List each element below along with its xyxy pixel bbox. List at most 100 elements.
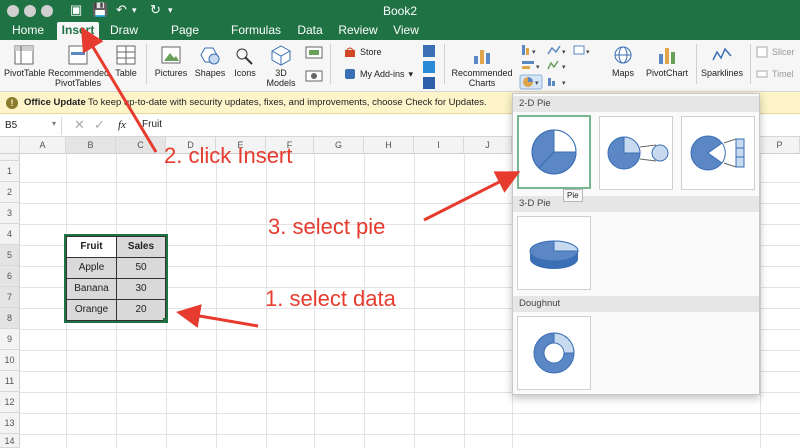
row-header[interactable]: 6 [0, 266, 20, 287]
row-header[interactable]: 10 [0, 350, 20, 371]
column-header[interactable]: C [116, 137, 166, 154]
screenshot-button[interactable] [302, 46, 326, 62]
column-header[interactable]: G [314, 137, 364, 154]
my-addins-button[interactable]: My Add-ins ▾ [344, 68, 413, 80]
column-header[interactable]: I [414, 137, 464, 154]
row-header[interactable]: 9 [0, 329, 20, 350]
tab-page-layout[interactable]: Page Layout [152, 22, 218, 53]
maps-button[interactable]: Maps [608, 44, 638, 78]
timeline-button[interactable]: Timel [756, 68, 794, 80]
tab-formulas[interactable]: Formulas [230, 22, 282, 40]
visio-icon [423, 77, 435, 89]
pie-tooltip: Pie [563, 189, 583, 202]
column-header[interactable]: B [66, 137, 116, 154]
pivotchart-label: PivotChart [645, 68, 689, 78]
ribbon-separator [444, 44, 445, 84]
maps-label: Maps [611, 68, 634, 78]
cancel-icon[interactable]: ✕ [74, 117, 85, 133]
sparklines-label: Sparklines [700, 68, 744, 78]
pie-of-pie-icon [607, 136, 669, 170]
name-box-dropdown-icon[interactable]: ▾ [52, 119, 56, 128]
icons-label: Icons [234, 68, 256, 78]
ribbon-separator [330, 44, 331, 84]
icons-button[interactable]: Icons [230, 44, 260, 78]
row-header[interactable]: 13 [0, 413, 20, 434]
section-3d-pie: 3-D Pie [513, 196, 759, 212]
my-addins-dropdown-icon[interactable]: ▾ [409, 69, 414, 80]
title-bar: ▣ 💾 ↶ ▾ ↻ ▾ Book2 [0, 0, 800, 22]
pictures-button[interactable]: Pictures [152, 44, 190, 78]
recommended-pivottables-label-2: PivotTables [54, 78, 102, 88]
row-header[interactable]: 7 [0, 287, 20, 308]
column-header[interactable]: H [364, 137, 414, 154]
notice-message: To keep up-to-date with security updates… [88, 97, 487, 108]
row-header[interactable]: 4 [0, 224, 20, 245]
slicer-label: Slicer [772, 47, 795, 57]
camera-button[interactable] [302, 68, 326, 84]
svg-text:▾: ▾ [562, 64, 566, 71]
3d-cube-icon [271, 45, 291, 66]
doughnut-icon [533, 332, 575, 374]
ribbon-separator [696, 44, 697, 84]
pie-of-pie-option[interactable] [599, 116, 673, 190]
pivotchart-button[interactable]: PivotChart [644, 44, 690, 78]
sparklines-icon [712, 47, 732, 61]
svg-text:▾: ▾ [535, 80, 539, 87]
tab-home[interactable]: Home [8, 22, 48, 40]
people-graph-button[interactable] [420, 44, 438, 92]
row-header[interactable]: 14 [0, 434, 20, 448]
recommended-charts-icon [474, 50, 490, 64]
pie-chart-dropdown: 2-D Pie 3-D Pie Doughnut [512, 93, 760, 395]
insert-function-icon[interactable]: fx [118, 119, 126, 131]
select-all-corner[interactable] [0, 137, 20, 154]
row-header[interactable]: 3 [0, 203, 20, 224]
pivottable-button[interactable]: PivotTable [4, 44, 46, 78]
doughnut-option[interactable] [517, 316, 591, 390]
row-header[interactable]: 12 [0, 392, 20, 413]
onenote-icon [423, 45, 435, 57]
column-header[interactable]: A [20, 137, 66, 154]
column-header[interactable]: J [464, 137, 512, 154]
shapes-button[interactable]: Shapes [194, 44, 226, 78]
3d-models-label-2: Models [266, 78, 296, 88]
column-header[interactable]: P [760, 137, 800, 154]
confirm-icon[interactable]: ✓ [94, 117, 105, 133]
fill-handle[interactable] [163, 318, 168, 323]
slicer-icon [756, 46, 768, 58]
info-icon: ! [6, 97, 18, 109]
chart-type-buttons[interactable]: ▾ ▾ ▾ ▾ ▾ ▾ ▾ [518, 43, 602, 91]
3d-pie-icon [529, 240, 579, 269]
camera-icon [305, 70, 323, 82]
recommended-charts-button[interactable]: Recommended Charts [450, 44, 514, 88]
row-header[interactable]: 11 [0, 371, 20, 392]
row-header[interactable]: 8 [0, 308, 20, 329]
store-button[interactable]: Store [344, 46, 382, 58]
tab-insert[interactable]: Insert [57, 22, 99, 40]
row-header[interactable]: 5 [0, 245, 20, 266]
3d-pie-option[interactable] [517, 216, 591, 290]
pie-chart-option[interactable] [517, 115, 591, 189]
table-button[interactable]: Table [112, 44, 140, 78]
row-header[interactable]: 2 [0, 182, 20, 203]
svg-text:▾: ▾ [562, 49, 566, 56]
svg-text:▾: ▾ [586, 49, 590, 56]
row-header[interactable]: 1 [0, 161, 20, 182]
tab-data[interactable]: Data [294, 22, 326, 40]
gridline [464, 154, 465, 448]
arrow-to-data [176, 304, 259, 328]
sparklines-button[interactable]: Sparklines [700, 44, 744, 78]
recommended-pivottables-button[interactable]: Recommended PivotTables [48, 44, 109, 88]
bar-of-pie-option[interactable] [681, 116, 755, 190]
ribbon-separator [146, 44, 147, 84]
tab-review[interactable]: Review [338, 22, 378, 40]
store-icon [345, 47, 355, 57]
slicer-button[interactable]: Slicer [756, 46, 795, 58]
formula-input[interactable]: Fruit [142, 119, 162, 130]
svg-text:▾: ▾ [536, 64, 540, 71]
section-2d-pie: 2-D Pie [513, 96, 759, 112]
ribbon-separator [750, 44, 751, 84]
bar-of-pie-icon [690, 135, 745, 171]
tab-view[interactable]: View [390, 22, 422, 40]
3d-models-button[interactable]: 3D Models [264, 44, 298, 88]
tab-draw[interactable]: Draw [108, 22, 140, 40]
